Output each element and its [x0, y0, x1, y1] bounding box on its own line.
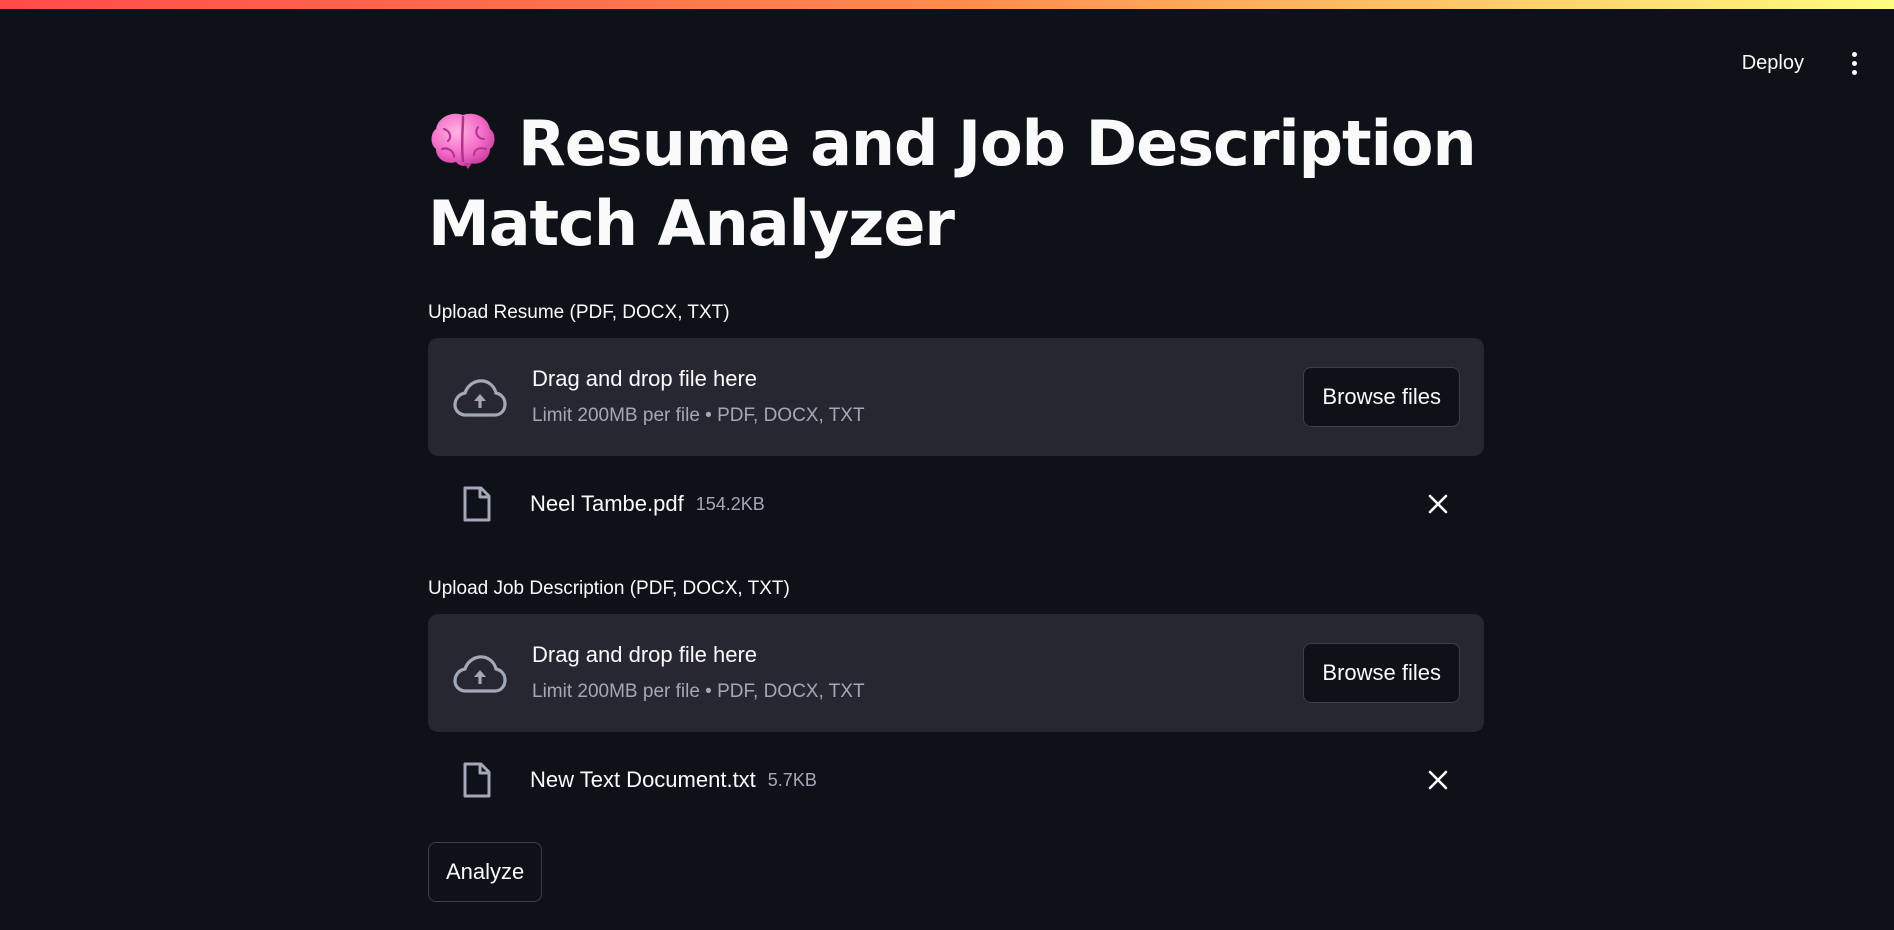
- page-title-text: Resume and Job Description Match Analyze…: [428, 107, 1477, 260]
- remove-file-close-icon[interactable]: [1416, 482, 1460, 526]
- more-vertical-icon[interactable]: [1834, 46, 1874, 80]
- file-icon: [463, 486, 491, 522]
- resume-browse-files-button[interactable]: Browse files: [1303, 367, 1460, 427]
- cloud-upload-icon: [453, 655, 507, 693]
- dropzone-text: Drag and drop file here: [532, 366, 758, 391]
- deploy-button[interactable]: Deploy: [1728, 48, 1818, 79]
- brain-icon: [431, 113, 495, 169]
- dropzone-limit-text: Limit 200MB per file • PDF, DOCX, TXT: [532, 681, 865, 702]
- job-description-upload-label: Upload Job Description (PDF, DOCX, TXT): [428, 578, 790, 599]
- uploaded-file-size: 5.7KB: [767, 769, 817, 790]
- close-icon: [1428, 770, 1448, 790]
- file-icon: [463, 762, 491, 798]
- job-description-browse-files-button[interactable]: Browse files: [1303, 643, 1460, 703]
- uploaded-file-name: Neel Tambe.pdf: [530, 491, 684, 516]
- analyze-button[interactable]: Analyze: [428, 842, 543, 902]
- dropzone-limit-text: Limit 200MB per file • PDF, DOCX, TXT: [532, 405, 865, 426]
- job-description-uploaded-file: New Text Document.txt 5.7KB: [428, 732, 1484, 828]
- resume-dropzone-instructions: Drag and drop file here Limit 200MB per …: [532, 364, 1303, 430]
- job-description-dropzone-instructions: Drag and drop file here Limit 200MB per …: [532, 640, 1303, 706]
- dropzone-text: Drag and drop file here: [532, 642, 758, 667]
- main-content: Resume and Job Description Match Analyze…: [428, 104, 1484, 902]
- uploaded-file-name: New Text Document.txt: [530, 767, 756, 792]
- header-decoration-bar: [0, 0, 1894, 9]
- remove-file-close-icon[interactable]: [1416, 758, 1460, 802]
- app-toolbar: Deploy: [1728, 46, 1894, 80]
- cloud-upload-icon: [453, 379, 507, 417]
- page-title: Resume and Job Description Match Analyze…: [428, 104, 1484, 264]
- job-description-dropzone[interactable]: Drag and drop file here Limit 200MB per …: [428, 614, 1484, 732]
- uploaded-file-size: 154.2KB: [695, 493, 765, 514]
- close-icon: [1428, 494, 1448, 514]
- resume-uploaded-file: Neel Tambe.pdf 154.2KB: [428, 456, 1484, 552]
- resume-dropzone[interactable]: Drag and drop file here Limit 200MB per …: [428, 338, 1484, 456]
- resume-upload-label: Upload Resume (PDF, DOCX, TXT): [428, 302, 730, 323]
